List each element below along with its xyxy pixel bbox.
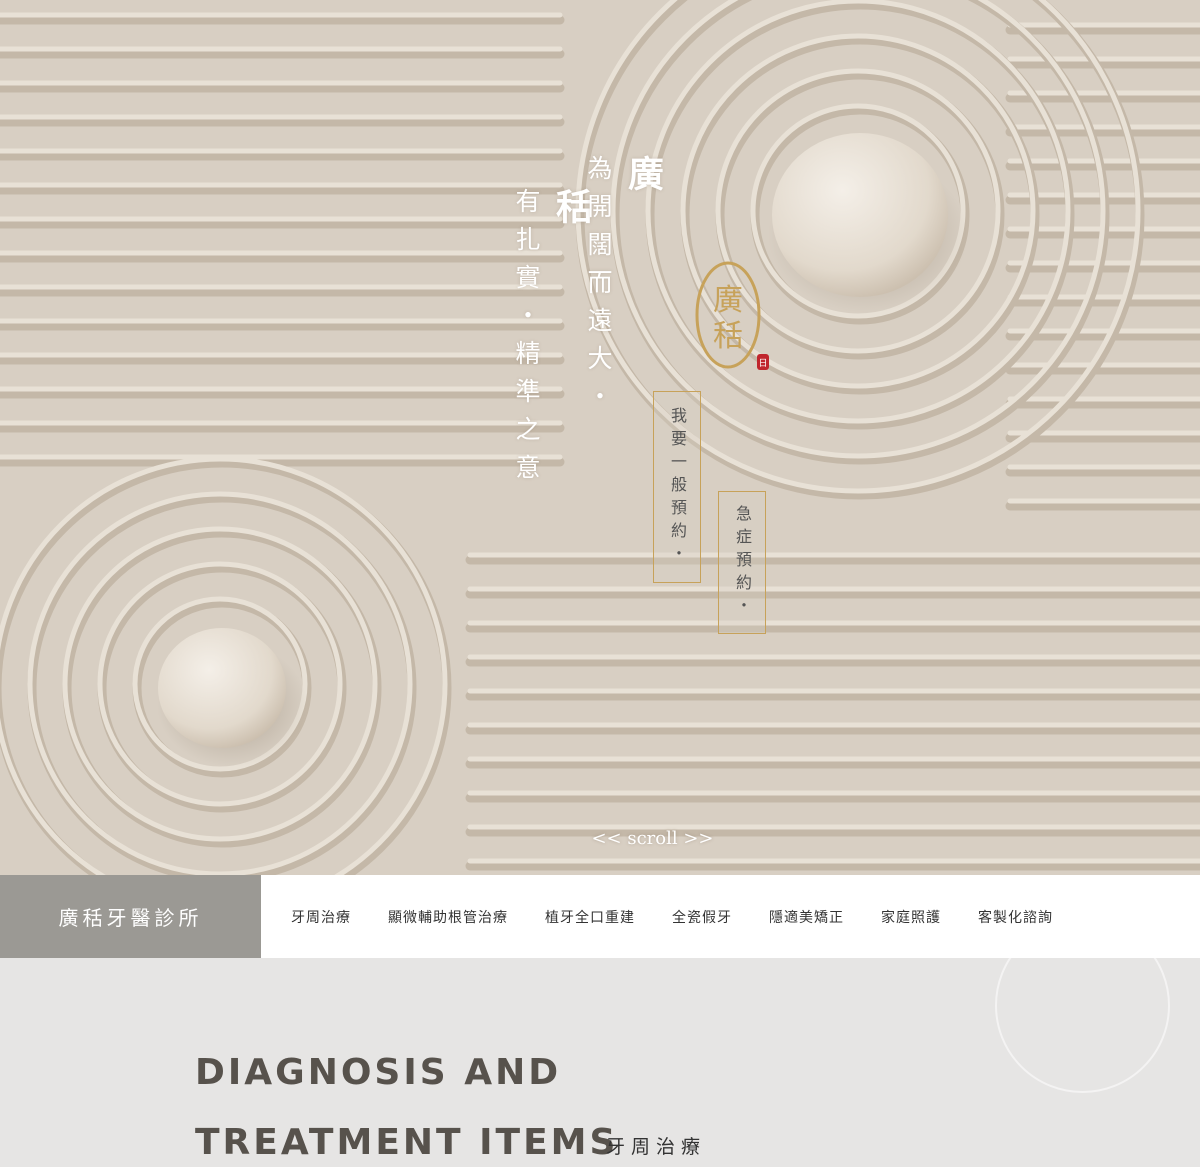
section-heading: DIAGNOSIS AND TREATMENT ITEMS (195, 1038, 618, 1167)
treatment-section: DIAGNOSIS AND TREATMENT ITEMS 牙周治療 (0, 958, 1200, 1167)
stone-large (772, 133, 948, 297)
nav-item-microscope-root-canal[interactable]: 顯微輔助根管治療 (388, 907, 508, 927)
nav-menu: 牙周治療 顯微輔助根管治療 植牙全口重建 全瓷假牙 隱適美矯正 家庭照護 客製化… (291, 907, 1090, 927)
nav-item-ceramic-crowns[interactable]: 全瓷假牙 (672, 907, 732, 927)
nav-item-invisalign[interactable]: 隱適美矯正 (769, 907, 844, 927)
main-navigation: 廣秳牙醫診所 牙周治療 顯微輔助根管治療 植牙全口重建 全瓷假牙 隱適美矯正 家… (0, 875, 1200, 958)
tagline-2-initial: 廣 (622, 155, 663, 193)
svg-text:日: 日 (758, 358, 767, 369)
scroll-indicator[interactable]: << scroll >> (0, 828, 1200, 849)
nav-item-implant-reconstruction[interactable]: 植牙全口重建 (545, 907, 635, 927)
zen-sand-background (0, 0, 1200, 875)
general-booking-button[interactable]: 我要一般預約・ (653, 391, 701, 583)
nav-item-periodontal[interactable]: 牙周治療 (291, 907, 351, 927)
nav-item-consultation[interactable]: 客製化諮詢 (978, 907, 1053, 927)
decorative-circle (995, 958, 1170, 1093)
hero-tagline-2: 廣 為開闊而遠大・ (580, 155, 668, 421)
section-subheading: 牙周治療 (606, 1136, 707, 1158)
heading-line-2: TREATMENT ITEMS (195, 1122, 619, 1163)
hero-banner: 秳 有扎實・精準之意 廣 為開闊而遠大・ 廣 秳 日 我要一般預約・ 急症預約・… (0, 0, 1200, 875)
svg-text:廣: 廣 (713, 283, 743, 318)
svg-text:秳: 秳 (713, 319, 743, 354)
nav-item-family-care[interactable]: 家庭照護 (881, 907, 941, 927)
tagline-2-text: 為開闊而遠大・ (584, 155, 613, 421)
brand-logo[interactable]: 廣秳牙醫診所 (0, 875, 261, 958)
heading-line-1: DIAGNOSIS AND (195, 1052, 562, 1093)
stone-small (158, 628, 286, 748)
tagline-1-text: 有扎實・精準之意 (512, 188, 541, 492)
clinic-seal-logo: 廣 秳 日 (695, 261, 769, 370)
emergency-booking-button[interactable]: 急症預約・ (718, 491, 766, 634)
